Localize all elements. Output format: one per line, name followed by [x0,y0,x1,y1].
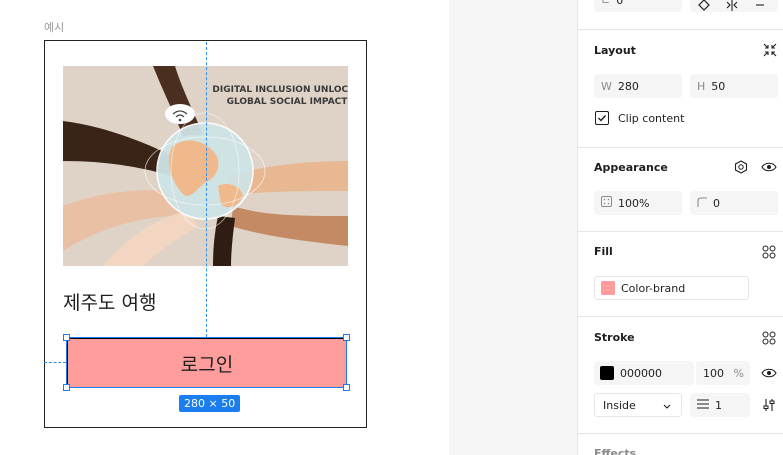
visibility-eye-icon[interactable] [760,158,778,176]
fill-style-field[interactable]: Color-brand [594,276,749,300]
flip-horizontal-icon[interactable] [724,0,740,13]
transform-section: ∟ 0° [578,0,783,30]
flip-vertical-icon[interactable] [752,0,768,13]
fill-style-name: Color-brand [621,281,686,295]
appearance-section: Appearance 100% 0 [578,148,783,232]
width-value: 280 [617,79,639,93]
stroke-color-swatch[interactable] [600,366,614,380]
resize-handle-top-right[interactable] [343,334,350,341]
rotation-icon: ∟ [601,0,611,7]
image-text-line1: DIGITAL INCLUSION UNLOCKS [212,85,348,95]
corner-radius-field[interactable]: 0 [690,191,778,215]
image-text-line2: GLOBAL SOCIAL IMPACT [227,97,348,107]
clip-content-checkbox[interactable] [595,111,609,125]
layout-title: Layout [594,44,636,57]
rotate-icon[interactable] [696,0,712,13]
horizontal-guide [44,362,66,363]
resize-handle-bottom-right[interactable] [343,384,350,391]
corner-radius-icon [697,196,707,210]
stroke-opacity-unit: % [733,366,744,380]
design-canvas[interactable]: 예시 DIGITAL INCLUSION UNLOCKS GLOBAL SOCI… [0,0,577,455]
fill-styles-icon[interactable] [760,243,778,261]
card-title[interactable]: 제주도 여행 [63,288,156,315]
fill-color-swatch[interactable] [601,281,615,295]
clip-content-label[interactable]: Clip content [618,112,684,125]
opacity-value: 100% [618,196,650,210]
collapse-layout-icon[interactable] [761,41,779,59]
stroke-opacity-field[interactable]: 100 % [696,361,750,385]
login-button[interactable]: 로그인 [67,338,347,388]
stroke-color-field[interactable]: 000000 [594,361,694,385]
size-badge: 280 × 50 [179,395,241,412]
blend-mode-icon[interactable] [732,158,750,176]
frame-label[interactable]: 예시 [44,19,64,35]
height-label: H [697,79,706,93]
stroke-opacity-value: 100 [703,366,724,380]
stroke-visibility-eye-icon[interactable] [760,364,778,382]
stroke-weight-field[interactable]: 1 [690,393,750,417]
properties-panel: ∟ 0° Layout W 280 H 50 Clip content Appe… [577,0,783,455]
stroke-hex-value: 000000 [620,366,662,380]
rotation-value: 0° [616,0,629,7]
corner-radius-value: 0 [713,196,720,210]
stroke-position-select[interactable]: Inside [594,393,682,417]
stroke-weight-icon [697,399,709,412]
transform-buttons [690,0,778,12]
resize-handle-top-left[interactable] [63,334,70,341]
stroke-position-value: Inside [603,398,636,412]
height-field[interactable]: H 50 [690,74,778,98]
stroke-styles-icon[interactable] [760,329,778,347]
effects-section: Effects [578,434,783,455]
opacity-field[interactable]: 100% [594,191,682,215]
stroke-weight-value: 1 [715,398,722,412]
fill-section: Fill Color-brand [578,232,783,317]
resize-handle-bottom-left[interactable] [63,384,70,391]
checkmark-icon [598,115,607,122]
stroke-settings-icon[interactable] [760,396,778,414]
appearance-title: Appearance [594,161,668,174]
layout-section: Layout W 280 H 50 Clip content [578,30,783,148]
stroke-section: Stroke 000000 100 % Inside 1 [578,317,783,434]
height-value: 50 [711,79,726,93]
chevron-down-icon [663,399,671,412]
width-field[interactable]: W 280 [594,74,682,98]
opacity-icon [601,196,612,210]
stroke-title: Stroke [594,331,635,344]
effects-title: Effects [594,447,637,455]
vertical-guide [206,42,207,337]
fill-title: Fill [594,245,613,258]
width-label: W [601,79,612,93]
rotation-field[interactable]: ∟ 0° [594,0,682,12]
